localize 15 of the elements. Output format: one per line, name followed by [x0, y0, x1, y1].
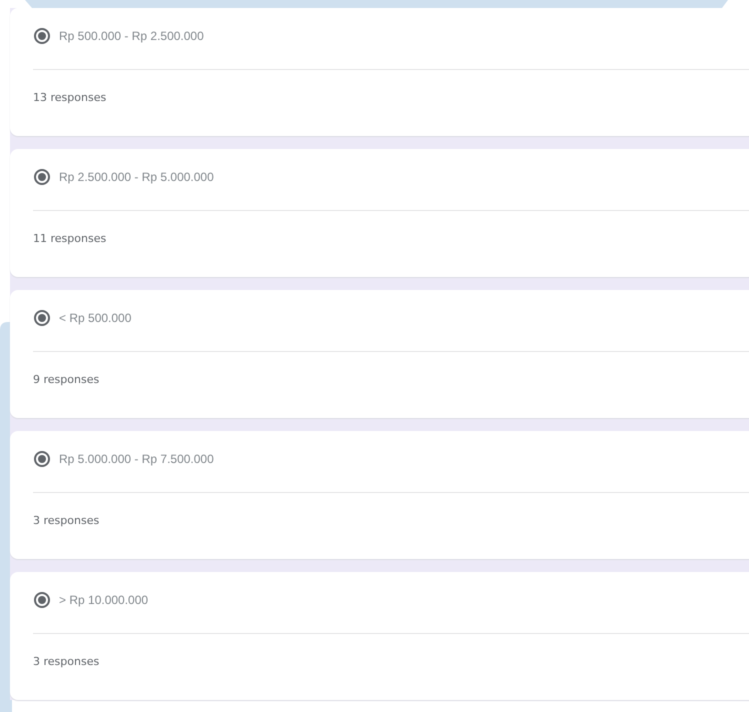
radio-button[interactable]: [34, 451, 50, 467]
radio-button[interactable]: [34, 28, 50, 44]
option-label: Rp 5.000.000 - Rp 7.500.000: [59, 452, 214, 466]
option-label: Rp 2.500.000 - Rp 5.000.000: [59, 170, 214, 184]
option-label: Rp 500.000 - Rp 2.500.000: [59, 29, 204, 43]
radio-button[interactable]: [34, 169, 50, 185]
response-count: 11 responses: [32, 231, 108, 245]
option-label: > Rp 10.000.000: [59, 593, 148, 607]
radio-button[interactable]: [34, 310, 50, 326]
option-label: < Rp 500.000: [59, 311, 132, 325]
response-count: 3 responses: [32, 654, 100, 668]
radio-button[interactable]: [34, 592, 50, 608]
response-count: 3 responses: [32, 513, 100, 527]
response-count: 13 responses: [32, 90, 108, 104]
response-count: 9 responses: [32, 372, 100, 386]
